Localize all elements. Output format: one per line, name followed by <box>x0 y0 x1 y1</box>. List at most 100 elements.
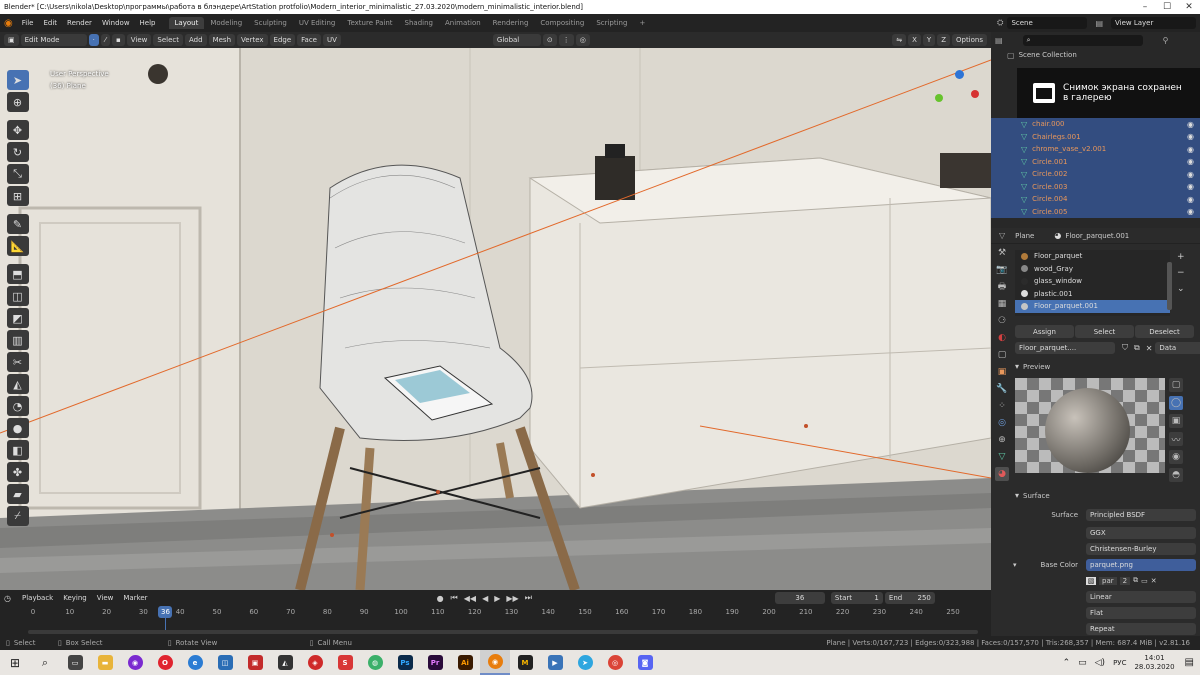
minimize-icon[interactable]: – <box>1134 2 1156 12</box>
app-icon[interactable]: ◭ <box>270 650 300 675</box>
close-icon[interactable]: ✕ <box>1178 2 1200 12</box>
menu-playback[interactable]: Playback <box>17 594 58 602</box>
face-select-icon[interactable]: ▪ <box>112 34 125 46</box>
navigation-gizmo[interactable] <box>935 70 985 125</box>
archive-icon[interactable]: ▣ <box>240 650 270 675</box>
proportional-icon[interactable]: ◎ <box>575 34 590 46</box>
editor-type-icon[interactable]: ▣ <box>4 34 19 46</box>
render-tab-icon[interactable]: 📷 <box>995 263 1009 277</box>
select-button[interactable]: Select <box>1075 325 1134 338</box>
network-icon[interactable]: ▭ <box>1078 658 1087 668</box>
blender-taskbar-icon[interactable]: ◉ <box>480 650 510 675</box>
view-layer-field[interactable]: View Layer <box>1111 17 1196 29</box>
fake-user-icon[interactable]: ⛉ <box>1122 343 1128 353</box>
telegram-icon[interactable]: ➤ <box>570 650 600 675</box>
tab-sculpting[interactable]: Sculpting <box>248 17 293 29</box>
menu-file[interactable]: File <box>17 19 39 27</box>
rip-tool-icon[interactable]: ⌿ <box>6 506 29 526</box>
tray-chevron-icon[interactable]: ⌃ <box>1063 658 1071 668</box>
app-icon[interactable]: ◫ <box>210 650 240 675</box>
transform-tool-icon[interactable]: ⊞ <box>6 186 29 206</box>
menu-uv[interactable]: UV <box>323 34 341 46</box>
add-slot-icon[interactable]: + <box>1177 252 1185 262</box>
tab-layout[interactable]: Layout <box>168 17 205 29</box>
menu-mesh[interactable]: Mesh <box>208 34 236 46</box>
next-key-icon[interactable]: ▶▶ <box>506 594 518 603</box>
maximize-icon[interactable]: ☐ <box>1156 2 1178 12</box>
play-icon[interactable]: ▶ <box>494 594 500 603</box>
menu-help[interactable]: Help <box>135 19 161 27</box>
scene-field[interactable]: Scene <box>1007 17 1088 29</box>
app-icon[interactable]: S <box>330 650 360 675</box>
outliner-editor-icon[interactable]: ▤ <box>995 36 1003 45</box>
physics-tab-icon[interactable]: ◎ <box>995 416 1009 430</box>
menu-select[interactable]: Select <box>153 34 184 46</box>
app-icon[interactable]: ◈ <box>300 650 330 675</box>
modifier-tab-icon[interactable]: 🔧 <box>995 382 1009 396</box>
subsurface-method-dropdown[interactable]: Christensen-Burley <box>1086 542 1196 555</box>
jump-end-icon[interactable]: ⏭ <box>525 593 532 603</box>
menu-window[interactable]: Window <box>97 19 135 27</box>
gizmo-z-icon[interactable] <box>955 70 964 79</box>
loop-cut-tool-icon[interactable]: ▥ <box>6 330 29 350</box>
collection-tab-icon[interactable]: ▢ <box>995 348 1009 362</box>
tab-animation[interactable]: Animation <box>439 17 487 29</box>
cursor-tool-icon[interactable]: ⊕ <box>6 92 29 112</box>
preview-cube-icon[interactable]: ▣ <box>1169 414 1183 428</box>
world-tab-icon[interactable]: ◐ <box>995 331 1009 345</box>
data-tab-icon[interactable]: ▽ <box>995 450 1009 464</box>
shear-tool-icon[interactable]: ▰ <box>6 484 29 504</box>
unlink-icon[interactable]: ✕ <box>1146 344 1153 353</box>
filter-icon[interactable]: ⚲ <box>1163 36 1169 45</box>
assign-button[interactable]: Assign <box>1015 325 1074 338</box>
slot-list-scrollbar[interactable] <box>1167 262 1172 310</box>
premiere-icon[interactable]: Pr <box>420 650 450 675</box>
poly-build-tool-icon[interactable]: ◭ <box>6 374 29 394</box>
scale-tool-icon[interactable]: ⤡ <box>6 164 29 184</box>
folder-icon[interactable]: ▭ <box>1141 577 1148 585</box>
outliner-item[interactable]: ▽ Circle.003 ◉ <box>991 180 1200 193</box>
preview-sky-icon[interactable]: ◓ <box>1169 468 1183 482</box>
eye-icon[interactable]: ◉ <box>1187 170 1194 179</box>
smooth-tool-icon[interactable]: ● <box>6 418 29 438</box>
bevel-tool-icon[interactable]: ◩ <box>6 308 29 328</box>
constraints-tab-icon[interactable]: ⊕ <box>995 433 1009 447</box>
material-tab-icon[interactable]: ◕ <box>995 467 1009 481</box>
surface-panel-header[interactable]: ▾ Surface <box>1015 491 1050 500</box>
range-scrubber[interactable] <box>28 630 978 634</box>
view-layer-tab-icon[interactable]: ▦ <box>995 297 1009 311</box>
eye-icon[interactable]: ◉ <box>1187 195 1194 204</box>
duplicate-icon[interactable]: ⧉ <box>1133 576 1138 585</box>
axis-x[interactable]: X <box>908 34 921 46</box>
start-button[interactable]: ⊞ <box>0 650 30 675</box>
interpolation-dropdown[interactable]: Linear <box>1086 590 1196 603</box>
outliner-item[interactable]: ▽ Circle.002 ◉ <box>991 168 1200 181</box>
outliner-item[interactable]: ▽ chrome_vase_v2.001 ◉ <box>991 143 1200 156</box>
eye-icon[interactable]: ◉ <box>1187 207 1194 216</box>
discord-icon[interactable]: ◙ <box>630 650 660 675</box>
scene-tab-icon[interactable]: ⚆ <box>995 314 1009 328</box>
inset-tool-icon[interactable]: ◫ <box>6 286 29 306</box>
menu-edge[interactable]: Edge <box>269 34 296 46</box>
scene-icon[interactable]: ⛭ <box>993 18 1007 28</box>
eye-icon[interactable]: ◉ <box>1187 157 1194 166</box>
play-reverse-icon[interactable]: ◀ <box>482 594 488 603</box>
projection-dropdown[interactable]: Flat <box>1086 606 1196 619</box>
search-icon[interactable]: ⌕ <box>30 650 60 675</box>
menu-timeline-view[interactable]: View <box>92 594 119 602</box>
material-datablock-field[interactable]: Floor_parquet.... <box>1015 342 1115 354</box>
eye-icon[interactable]: ◉ <box>1187 145 1194 154</box>
knife-tool-icon[interactable]: ✂ <box>6 352 29 372</box>
output-tab-icon[interactable]: 🖶 <box>995 280 1009 294</box>
menu-edit[interactable]: Edit <box>38 19 62 27</box>
outliner-item[interactable]: ▽ Circle.001 ◉ <box>991 155 1200 168</box>
outliner-item[interactable]: ▽ Chairlegs.001 ◉ <box>991 130 1200 143</box>
menu-vertex[interactable]: Vertex <box>237 34 268 46</box>
preview-hair-icon[interactable]: 〰 <box>1169 432 1183 446</box>
material-slot[interactable]: Floor_parquet.001 <box>1015 300 1170 313</box>
vertex-select-icon[interactable]: · <box>88 34 99 46</box>
edge-icon[interactable]: e <box>180 650 210 675</box>
deselect-button[interactable]: Deselect <box>1135 325 1194 338</box>
language-indicator[interactable]: РУС <box>1113 659 1126 667</box>
start-frame-field[interactable]: Start 1 <box>830 592 883 604</box>
